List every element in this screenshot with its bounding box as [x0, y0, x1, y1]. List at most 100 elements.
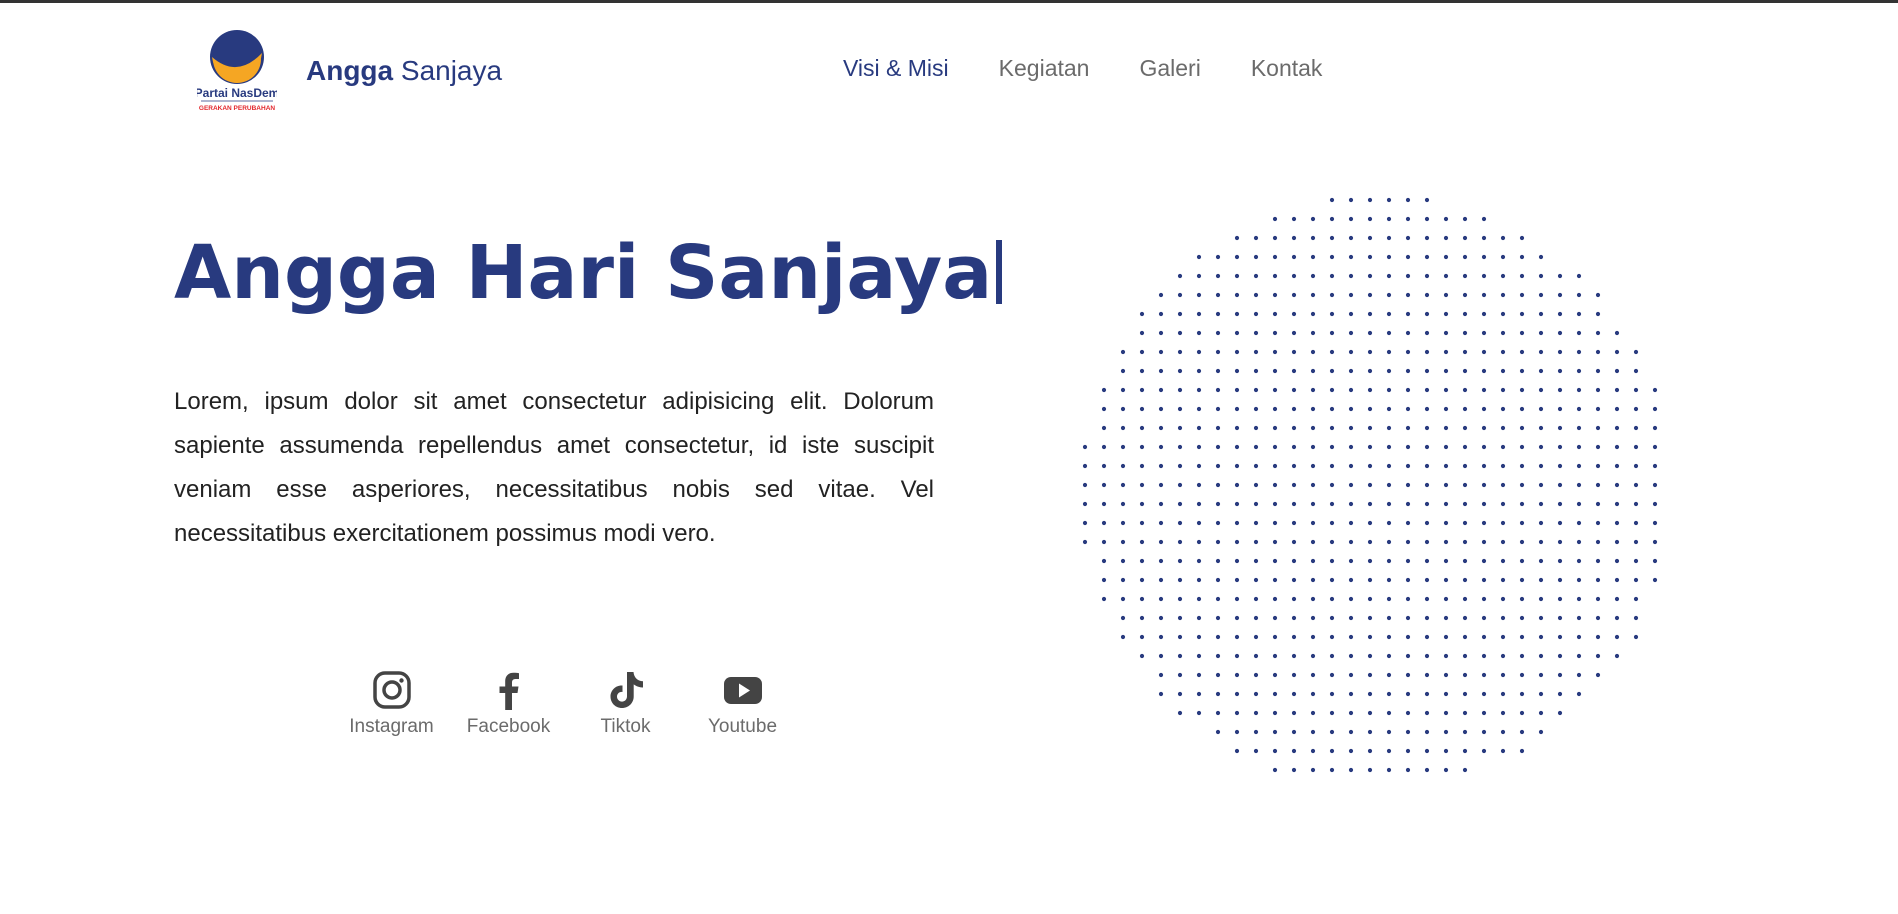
pattern-dot	[1348, 748, 1354, 754]
pattern-dot	[1576, 273, 1582, 279]
pattern-dot	[1519, 672, 1525, 678]
pattern-dot	[1481, 539, 1487, 545]
pattern-dot	[1177, 368, 1183, 374]
pattern-dot	[1367, 672, 1373, 678]
pattern-dot	[1139, 387, 1145, 393]
pattern-dot	[1291, 577, 1297, 583]
pattern-dot	[1500, 311, 1506, 317]
pattern-dot	[1253, 672, 1259, 678]
nav-item-galeri[interactable]: Galeri	[1139, 55, 1200, 82]
pattern-dot	[1633, 387, 1639, 393]
pattern-dot	[1348, 406, 1354, 412]
pattern-dot	[1576, 311, 1582, 317]
pattern-dot	[1291, 368, 1297, 374]
pattern-dot	[1310, 577, 1316, 583]
pattern-dot	[1101, 406, 1107, 412]
pattern-dot	[1367, 520, 1373, 526]
pattern-dot	[1367, 748, 1373, 754]
nav-item-visi-misi[interactable]: Visi & Misi	[843, 55, 949, 82]
pattern-dot	[1120, 482, 1126, 488]
pattern-dot	[1158, 406, 1164, 412]
pattern-dot	[1614, 387, 1620, 393]
pattern-dot	[1405, 406, 1411, 412]
pattern-dot	[1386, 767, 1392, 773]
pattern-dot	[1291, 463, 1297, 469]
pattern-dot	[1443, 368, 1449, 374]
pattern-dot	[1348, 254, 1354, 260]
pattern-dot	[1386, 406, 1392, 412]
pattern-dot	[1253, 710, 1259, 716]
pattern-dot	[1481, 558, 1487, 564]
social-instagram[interactable]: Instagram	[333, 670, 450, 738]
brand-name[interactable]: Angga Sanjaya	[306, 55, 502, 87]
pattern-dot	[1652, 463, 1658, 469]
nav-item-kontak[interactable]: Kontak	[1251, 55, 1323, 82]
pattern-dot	[1462, 558, 1468, 564]
pattern-dot	[1538, 577, 1544, 583]
pattern-dot	[1310, 406, 1316, 412]
pattern-dot	[1177, 558, 1183, 564]
pattern-dot	[1196, 672, 1202, 678]
pattern-dot	[1367, 463, 1373, 469]
pattern-dot	[1405, 653, 1411, 659]
nasdem-logo[interactable]: Partai NasDem GERAKAN PERUBAHAN	[195, 27, 279, 115]
pattern-dot	[1329, 387, 1335, 393]
pattern-dot	[1481, 463, 1487, 469]
pattern-dot	[1139, 482, 1145, 488]
pattern-dot	[1519, 368, 1525, 374]
pattern-dot	[1272, 311, 1278, 317]
pattern-dot	[1215, 254, 1221, 260]
pattern-dot	[1120, 368, 1126, 374]
pattern-dot	[1196, 520, 1202, 526]
pattern-dot	[1348, 216, 1354, 222]
pattern-dot	[1386, 501, 1392, 507]
pattern-dot	[1462, 710, 1468, 716]
pattern-dot	[1595, 330, 1601, 336]
pattern-dot	[1405, 577, 1411, 583]
pattern-dot	[1424, 387, 1430, 393]
pattern-dot	[1196, 558, 1202, 564]
pattern-dot	[1557, 482, 1563, 488]
pattern-dot	[1158, 292, 1164, 298]
pattern-dot	[1538, 387, 1544, 393]
pattern-dot	[1424, 710, 1430, 716]
nav-item-kegiatan[interactable]: Kegiatan	[999, 55, 1090, 82]
pattern-dot	[1348, 311, 1354, 317]
pattern-dot	[1253, 539, 1259, 545]
pattern-dot	[1576, 463, 1582, 469]
pattern-dot	[1272, 672, 1278, 678]
pattern-dot	[1272, 273, 1278, 279]
pattern-dot	[1538, 273, 1544, 279]
pattern-dot	[1215, 292, 1221, 298]
pattern-dot	[1405, 501, 1411, 507]
pattern-dot	[1652, 444, 1658, 450]
pattern-dot	[1196, 425, 1202, 431]
pattern-dot	[1272, 520, 1278, 526]
pattern-dot	[1253, 330, 1259, 336]
pattern-dot	[1500, 596, 1506, 602]
pattern-dot	[1196, 254, 1202, 260]
pattern-dot	[1500, 349, 1506, 355]
pattern-dot	[1576, 653, 1582, 659]
pattern-dot	[1443, 501, 1449, 507]
pattern-dot	[1234, 425, 1240, 431]
pattern-dot	[1462, 615, 1468, 621]
pattern-dot	[1310, 444, 1316, 450]
pattern-dot	[1633, 596, 1639, 602]
social-youtube[interactable]: Youtube	[684, 670, 801, 738]
pattern-dot	[1291, 672, 1297, 678]
pattern-dot	[1557, 672, 1563, 678]
pattern-dot	[1519, 615, 1525, 621]
pattern-dot	[1310, 501, 1316, 507]
pattern-dot	[1614, 539, 1620, 545]
pattern-dot	[1329, 292, 1335, 298]
pattern-dot	[1177, 406, 1183, 412]
pattern-dot	[1291, 653, 1297, 659]
pattern-dot	[1424, 767, 1430, 773]
pattern-dot	[1139, 653, 1145, 659]
pattern-dot	[1500, 615, 1506, 621]
social-tiktok[interactable]: Tiktok	[567, 670, 684, 738]
pattern-dot	[1424, 615, 1430, 621]
pattern-dot	[1576, 501, 1582, 507]
social-facebook[interactable]: Facebook	[450, 670, 567, 738]
